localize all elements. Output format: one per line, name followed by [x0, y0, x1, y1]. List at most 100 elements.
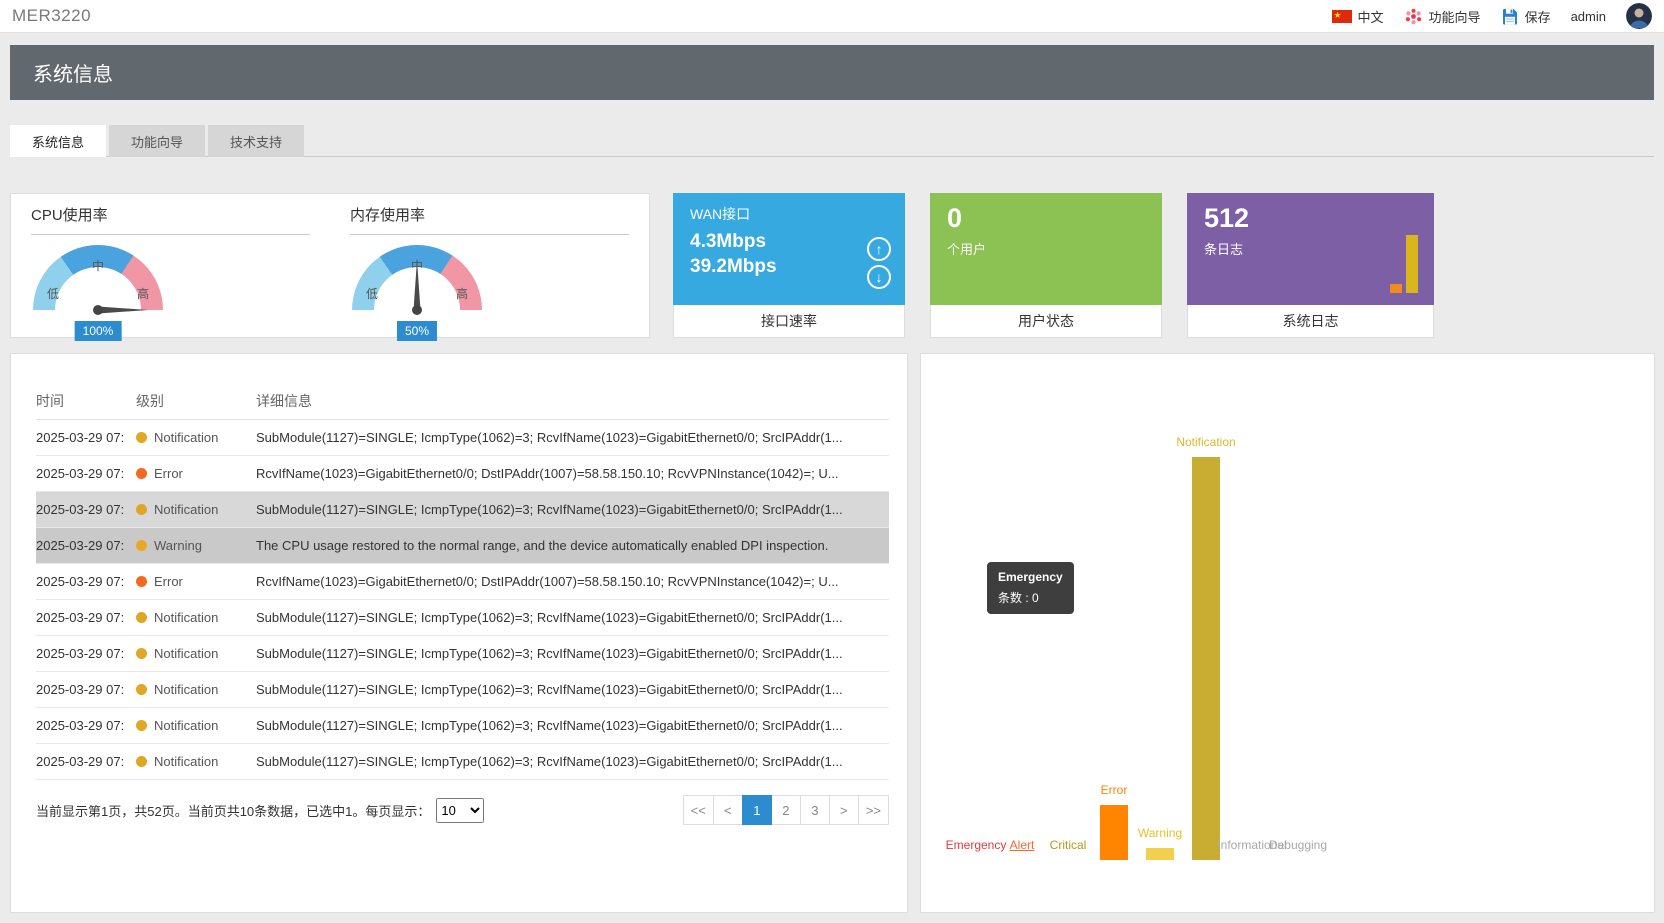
download-arrow-icon: ↓ [867, 265, 891, 289]
page-header: 系统信息 [10, 45, 1654, 100]
log-level: Notification [136, 430, 256, 445]
bar-slot-notification: Notification [1183, 440, 1229, 860]
log-message: The CPU usage restored to the normal ran… [256, 538, 889, 553]
log-message: RcvIfName(1023)=GigabitEthernet0/0; DstI… [256, 574, 889, 589]
logs-card[interactable]: 512 条日志 系统日志 [1187, 193, 1434, 338]
level-text: Notification [154, 718, 218, 733]
bar-slot-informational: Informational [1229, 440, 1275, 860]
level-text: Notification [154, 682, 218, 697]
user-count-unit: 个用户 [947, 239, 1145, 258]
wan-card-title: WAN接口 [690, 204, 888, 224]
tab-1[interactable]: 系统信息 [10, 125, 106, 157]
save-label: 保存 [1525, 7, 1551, 26]
level-dot-icon [136, 648, 147, 659]
pagination-button-1[interactable]: 1 [742, 795, 772, 825]
mini-bar-chart-icon [1382, 231, 1418, 293]
bar-label-notification: Notification [1176, 435, 1235, 449]
table-row[interactable]: 2025-03-29 07: Error RcvIfName(1023)=Gig… [36, 456, 889, 492]
users-card-top: 0 个用户 [930, 193, 1162, 305]
wan-card-top: WAN接口 4.3Mbps 39.2Mbps ↑ ↓ [673, 193, 905, 305]
log-message: RcvIfName(1023)=GigabitEthernet0/0; DstI… [256, 466, 889, 481]
wizard-button[interactable]: 功能向导 [1404, 7, 1481, 26]
col-header-detail: 详细信息 [256, 391, 889, 411]
log-time: 2025-03-29 07: [36, 430, 136, 445]
bar-label-critical: Critical [1050, 838, 1087, 852]
log-time: 2025-03-29 07: [36, 682, 136, 697]
users-card[interactable]: 0 个用户 用户状态 [930, 193, 1162, 338]
tooltip-count: 条数 : 0 [998, 589, 1063, 606]
wizard-icon [1404, 7, 1423, 26]
chart-tooltip: Emergency 条数 : 0 [987, 562, 1074, 614]
level-dot-icon [136, 684, 147, 695]
table-row[interactable]: 2025-03-29 07: Notification SubModule(11… [36, 744, 889, 780]
wan-card[interactable]: WAN接口 4.3Mbps 39.2Mbps ↑ ↓ 接口速率 [673, 193, 905, 338]
log-table-body: 2025-03-29 07: Notification SubModule(11… [36, 420, 889, 780]
tab-2[interactable]: 功能向导 [109, 125, 205, 157]
wan-download-speed: 39.2Mbps [690, 256, 888, 278]
bar-slot-alert: Alert [999, 440, 1045, 860]
logs-card-top: 512 条日志 [1187, 193, 1434, 305]
table-row[interactable]: 2025-03-29 07: Notification SubModule(11… [36, 492, 889, 528]
table-row[interactable]: 2025-03-29 07: Warning The CPU usage res… [36, 528, 889, 564]
log-message: SubModule(1127)=SINGLE; IcmpType(1062)=3… [256, 610, 889, 625]
memory-gauge-title: 内存使用率 [350, 204, 629, 235]
col-header-time: 时间 [36, 391, 136, 411]
language-switcher[interactable]: ★ 中文 [1332, 7, 1384, 26]
wizard-label: 功能向导 [1429, 7, 1481, 26]
bar-error[interactable] [1100, 805, 1128, 860]
pagination-button-2[interactable]: 2 [771, 795, 801, 825]
pagination: <<<123>>> [684, 795, 889, 825]
user-count: 0 [947, 204, 1145, 234]
tab-3[interactable]: 技术支持 [208, 125, 304, 157]
level-text: Notification [154, 610, 218, 625]
log-time: 2025-03-29 07: [36, 466, 136, 481]
avatar[interactable] [1626, 3, 1652, 29]
memory-gauge-low-label: 低 [366, 285, 378, 302]
level-dot-icon [136, 468, 147, 479]
bar-warning[interactable] [1146, 848, 1174, 860]
pagination-summary: 当前显示第1页，共52页。当前页共10条数据，已选中1。每页显示： [36, 801, 430, 820]
bar-slot-debugging: Debugging [1275, 440, 1321, 860]
topbar-actions: ★ 中文 功能向导 [1332, 3, 1652, 29]
log-level: Notification [136, 682, 256, 697]
log-chart-panel: Emergency 条数 : 0 EmergencyAlertCriticalE… [920, 353, 1655, 913]
bar-label-alert: Alert [1010, 838, 1035, 852]
bar-label-debugging: Debugging [1269, 838, 1327, 852]
log-table: 时间 级别 详细信息 2025-03-29 07: Notification S… [36, 382, 889, 780]
topbar: MER3220 ★ 中文 功能向导 [0, 0, 1664, 33]
bar-notification[interactable] [1192, 457, 1220, 860]
bar-slot-warning: Warning [1137, 440, 1183, 860]
level-text: Warning [154, 538, 202, 553]
table-row[interactable]: 2025-03-29 07: Notification SubModule(11… [36, 672, 889, 708]
cpu-gauge-low-label: 低 [47, 285, 59, 302]
pagination-button->[interactable]: > [829, 795, 859, 825]
log-message: SubModule(1127)=SINGLE; IcmpType(1062)=3… [256, 646, 889, 661]
bar-label-error: Error [1101, 783, 1128, 797]
table-row[interactable]: 2025-03-29 07: Notification SubModule(11… [36, 420, 889, 456]
pagination-button-<[interactable]: < [713, 795, 743, 825]
pagination-button->>[interactable]: >> [858, 795, 889, 825]
wan-card-footer: 接口速率 [673, 305, 905, 338]
cpu-gauge-title: CPU使用率 [31, 204, 310, 235]
save-button[interactable]: 保存 [1501, 7, 1551, 26]
table-row[interactable]: 2025-03-29 07: Notification SubModule(11… [36, 708, 889, 744]
avatar-image [1626, 3, 1652, 29]
language-label: 中文 [1358, 7, 1384, 26]
log-level: Error [136, 466, 256, 481]
table-row[interactable]: 2025-03-29 07: Error RcvIfName(1023)=Gig… [36, 564, 889, 600]
log-time: 2025-03-29 07: [36, 646, 136, 661]
table-row[interactable]: 2025-03-29 07: Notification SubModule(11… [36, 636, 889, 672]
log-time: 2025-03-29 07: [36, 610, 136, 625]
memory-gauge-card: 内存使用率 低 中 高 50% [330, 194, 649, 337]
log-level: Notification [136, 718, 256, 733]
log-time: 2025-03-29 07: [36, 502, 136, 517]
pagination-button-<<[interactable]: << [683, 795, 714, 825]
log-time: 2025-03-29 07: [36, 718, 136, 733]
pagination-button-3[interactable]: 3 [800, 795, 830, 825]
table-row[interactable]: 2025-03-29 07: Notification SubModule(11… [36, 600, 889, 636]
level-dot-icon [136, 432, 147, 443]
log-level: Notification [136, 646, 256, 661]
memory-gauge-hub [412, 305, 422, 315]
cpu-gauge-mid-label: 中 [92, 257, 104, 274]
page-size-select[interactable]: 10 [436, 798, 484, 823]
